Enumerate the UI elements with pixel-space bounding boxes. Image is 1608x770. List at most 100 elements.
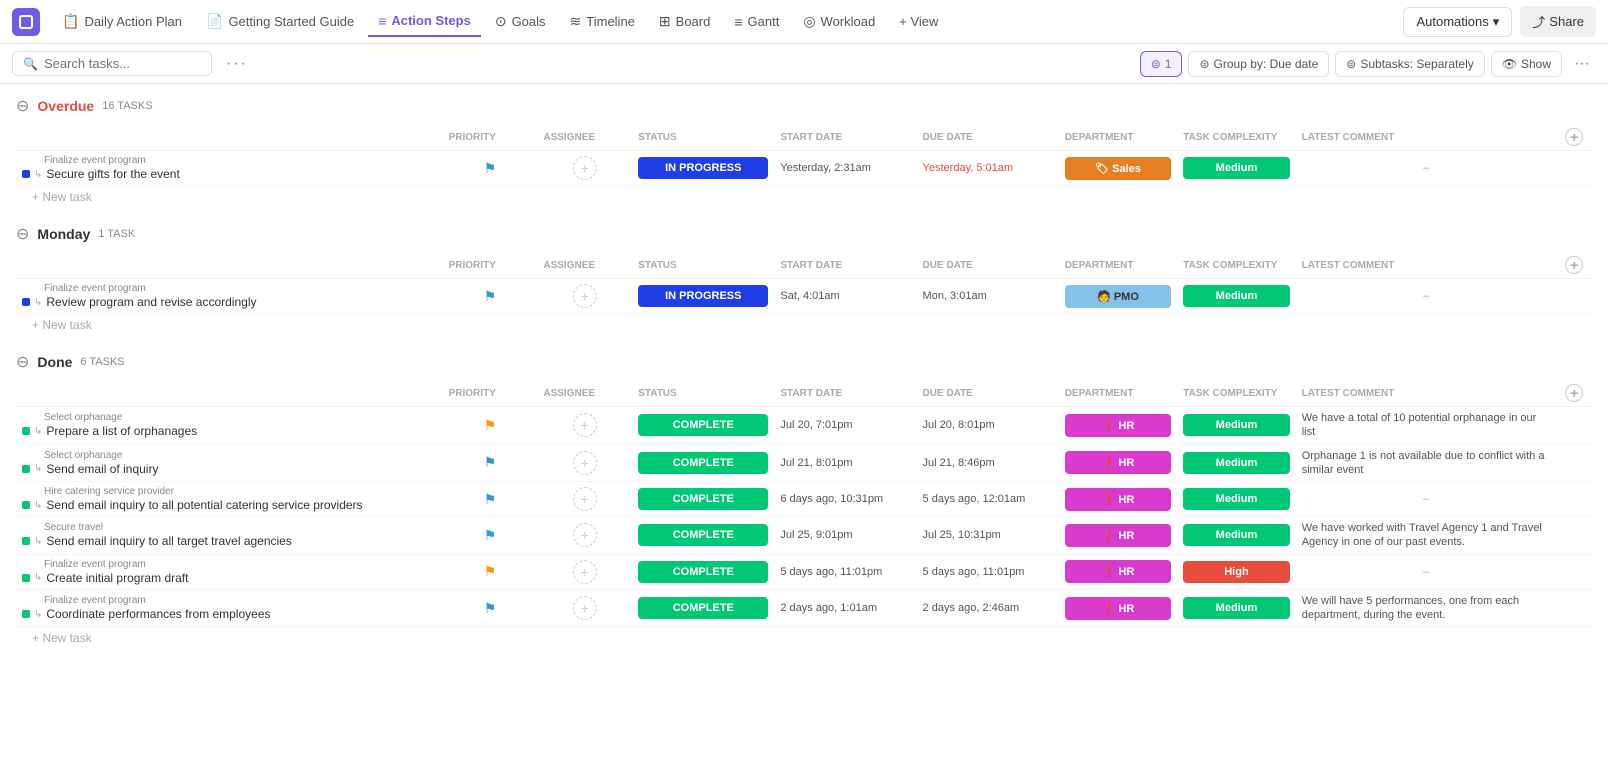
app-logo[interactable] bbox=[12, 8, 40, 36]
done-toggle[interactable]: ⊖ bbox=[16, 352, 29, 372]
status-badge[interactable]: IN PROGRESS bbox=[638, 285, 768, 307]
start-date-cell: Sat, 4:01am bbox=[774, 279, 916, 314]
task-name[interactable]: ↳ Prepare a list of orphanages bbox=[34, 424, 197, 438]
assignee-avatar[interactable]: + bbox=[573, 560, 597, 584]
complexity-badge[interactable]: Medium bbox=[1183, 285, 1289, 307]
dept-badge[interactable]: ❗ HR bbox=[1065, 597, 1171, 620]
priority-flag[interactable]: ⚑ bbox=[484, 160, 497, 176]
nav-getting-started[interactable]: 📄 Getting Started Guide bbox=[196, 7, 364, 36]
comment-cell: Orphanage 1 is not available due to conf… bbox=[1296, 444, 1557, 482]
complexity-badge[interactable]: Medium bbox=[1183, 488, 1289, 510]
task-name[interactable]: ↳ Send email of inquiry bbox=[34, 462, 158, 476]
priority-cell: ⚑ bbox=[443, 589, 538, 627]
done-task-cell-4: Finalize event program ↳ Create initial … bbox=[16, 554, 443, 589]
dept-badge[interactable]: ❗ HR bbox=[1065, 560, 1171, 583]
toolbar-more-button[interactable]: ··· bbox=[220, 51, 254, 77]
nav-board[interactable]: ⊞ Board bbox=[649, 7, 720, 36]
status-badge[interactable]: IN PROGRESS bbox=[638, 157, 768, 179]
share-button[interactable]: ⤴ Share bbox=[1520, 6, 1596, 37]
status-badge[interactable]: COMPLETE bbox=[638, 597, 768, 619]
overdue-count: 16 TASKS bbox=[102, 100, 152, 112]
status-badge[interactable]: COMPLETE bbox=[638, 524, 768, 546]
monday-toggle[interactable]: ⊖ bbox=[16, 224, 29, 244]
complexity-badge[interactable]: High bbox=[1183, 561, 1289, 583]
priority-cell: ⚑ bbox=[443, 517, 538, 555]
search-box[interactable]: 🔍 bbox=[12, 51, 212, 76]
overdue-task-cell: Finalize event program ↳ Secure gifts fo… bbox=[16, 151, 443, 186]
status-cell[interactable]: COMPLETE bbox=[632, 517, 774, 555]
task-name[interactable]: ↳ Review program and revise accordingly bbox=[34, 295, 256, 309]
nav-icon-gantt: ≡ bbox=[734, 14, 742, 30]
priority-flag[interactable]: ⚑ bbox=[484, 454, 497, 470]
task-name[interactable]: ↳ Coordinate performances from employees bbox=[34, 607, 271, 621]
nav-goals[interactable]: ⊙ Goals bbox=[485, 7, 556, 36]
status-cell[interactable]: COMPLETE bbox=[632, 554, 774, 589]
status-badge[interactable]: COMPLETE bbox=[638, 414, 768, 436]
filter-button[interactable]: ⊜ 1 bbox=[1140, 51, 1183, 77]
priority-flag[interactable]: ⚑ bbox=[484, 288, 497, 304]
nav-right: Automations ▾ ⤴ Share bbox=[1403, 6, 1596, 37]
status-cell[interactable]: IN PROGRESS bbox=[632, 151, 774, 186]
status-cell[interactable]: COMPLETE bbox=[632, 407, 774, 445]
priority-flag[interactable]: ⚑ bbox=[484, 527, 497, 543]
task-name-cell: ↳ Send email inquiry to all potential ca… bbox=[22, 498, 437, 512]
complexity-badge[interactable]: Medium bbox=[1183, 524, 1289, 546]
toolbar-options-button[interactable]: ··· bbox=[1568, 51, 1596, 77]
share-icon: ⤴ bbox=[1532, 12, 1545, 31]
nav-add-view[interactable]: + View bbox=[889, 8, 948, 35]
priority-flag[interactable]: ⚑ bbox=[484, 417, 497, 433]
status-badge[interactable]: COMPLETE bbox=[638, 488, 768, 510]
task-name[interactable]: ↳ Send email inquiry to all target trave… bbox=[34, 534, 292, 548]
search-input[interactable] bbox=[44, 56, 184, 71]
status-cell[interactable]: IN PROGRESS bbox=[632, 279, 774, 314]
task-name[interactable]: ↳ Secure gifts for the event bbox=[34, 167, 180, 181]
complexity-badge[interactable]: Medium bbox=[1183, 597, 1289, 619]
overdue-new-task[interactable]: + New task bbox=[16, 186, 1592, 212]
monday-th-complexity: TASK COMPLEXITY bbox=[1177, 252, 1295, 279]
done-add-column[interactable]: + bbox=[1565, 384, 1583, 402]
dept-badge[interactable]: ❗ HR bbox=[1065, 524, 1171, 547]
assignee-avatar[interactable]: + bbox=[573, 413, 597, 437]
complexity-badge[interactable]: Medium bbox=[1183, 157, 1289, 179]
assignee-avatar[interactable]: + bbox=[573, 596, 597, 620]
priority-flag[interactable]: ⚑ bbox=[484, 563, 497, 579]
nav-daily-action-plan[interactable]: 📋 Daily Action Plan bbox=[52, 7, 192, 36]
automations-button[interactable]: Automations ▾ bbox=[1403, 7, 1512, 37]
dept-badge[interactable]: 🏷 Sales bbox=[1065, 157, 1171, 180]
status-cell[interactable]: COMPLETE bbox=[632, 444, 774, 482]
task-name[interactable]: ↳ Create initial program draft bbox=[34, 571, 188, 585]
overdue-add-column[interactable]: + bbox=[1565, 128, 1583, 146]
monday-new-task[interactable]: + New task bbox=[16, 314, 1592, 340]
dept-badge[interactable]: ❗ HR bbox=[1065, 488, 1171, 511]
nav-timeline[interactable]: ≋ Timeline bbox=[560, 7, 645, 36]
priority-cell: ⚑ bbox=[443, 151, 538, 186]
priority-flag[interactable]: ⚑ bbox=[484, 600, 497, 616]
priority-flag[interactable]: ⚑ bbox=[484, 491, 497, 507]
nav-gantt[interactable]: ≡ Gantt bbox=[724, 8, 789, 36]
show-button[interactable]: 👁 Show bbox=[1491, 51, 1562, 77]
status-cell[interactable]: COMPLETE bbox=[632, 589, 774, 627]
overdue-toggle[interactable]: ⊖ bbox=[16, 96, 29, 116]
assignee-avatar[interactable]: + bbox=[573, 523, 597, 547]
status-badge[interactable]: COMPLETE bbox=[638, 452, 768, 474]
nav-action-steps[interactable]: ≡ Action Steps bbox=[368, 7, 481, 37]
assignee-avatar[interactable]: + bbox=[573, 487, 597, 511]
dept-badge[interactable]: 🧑 PMO bbox=[1065, 285, 1171, 308]
group-by-button[interactable]: ⊜ Group by: Due date bbox=[1188, 51, 1329, 77]
subtasks-button[interactable]: ⊜ Subtasks: Separately bbox=[1335, 51, 1484, 77]
monday-add-column[interactable]: + bbox=[1565, 256, 1583, 274]
nav-icon-timeline: ≋ bbox=[570, 13, 582, 30]
done-new-task[interactable]: + New task bbox=[16, 627, 1592, 653]
dept-badge[interactable]: ❗ HR bbox=[1065, 414, 1171, 437]
task-name[interactable]: ↳ Send email inquiry to all potential ca… bbox=[34, 498, 363, 512]
assignee-avatar[interactable]: + bbox=[573, 156, 597, 180]
complexity-badge[interactable]: Medium bbox=[1183, 414, 1289, 436]
complexity-badge[interactable]: Medium bbox=[1183, 452, 1289, 474]
start-date-cell: Yesterday, 2:31am bbox=[774, 151, 916, 186]
nav-workload[interactable]: ◎ Workload bbox=[793, 7, 885, 36]
status-cell[interactable]: COMPLETE bbox=[632, 482, 774, 517]
assignee-avatar[interactable]: + bbox=[573, 451, 597, 475]
assignee-avatar[interactable]: + bbox=[573, 284, 597, 308]
dept-badge[interactable]: ❗ HR bbox=[1065, 451, 1171, 474]
status-badge[interactable]: COMPLETE bbox=[638, 561, 768, 583]
